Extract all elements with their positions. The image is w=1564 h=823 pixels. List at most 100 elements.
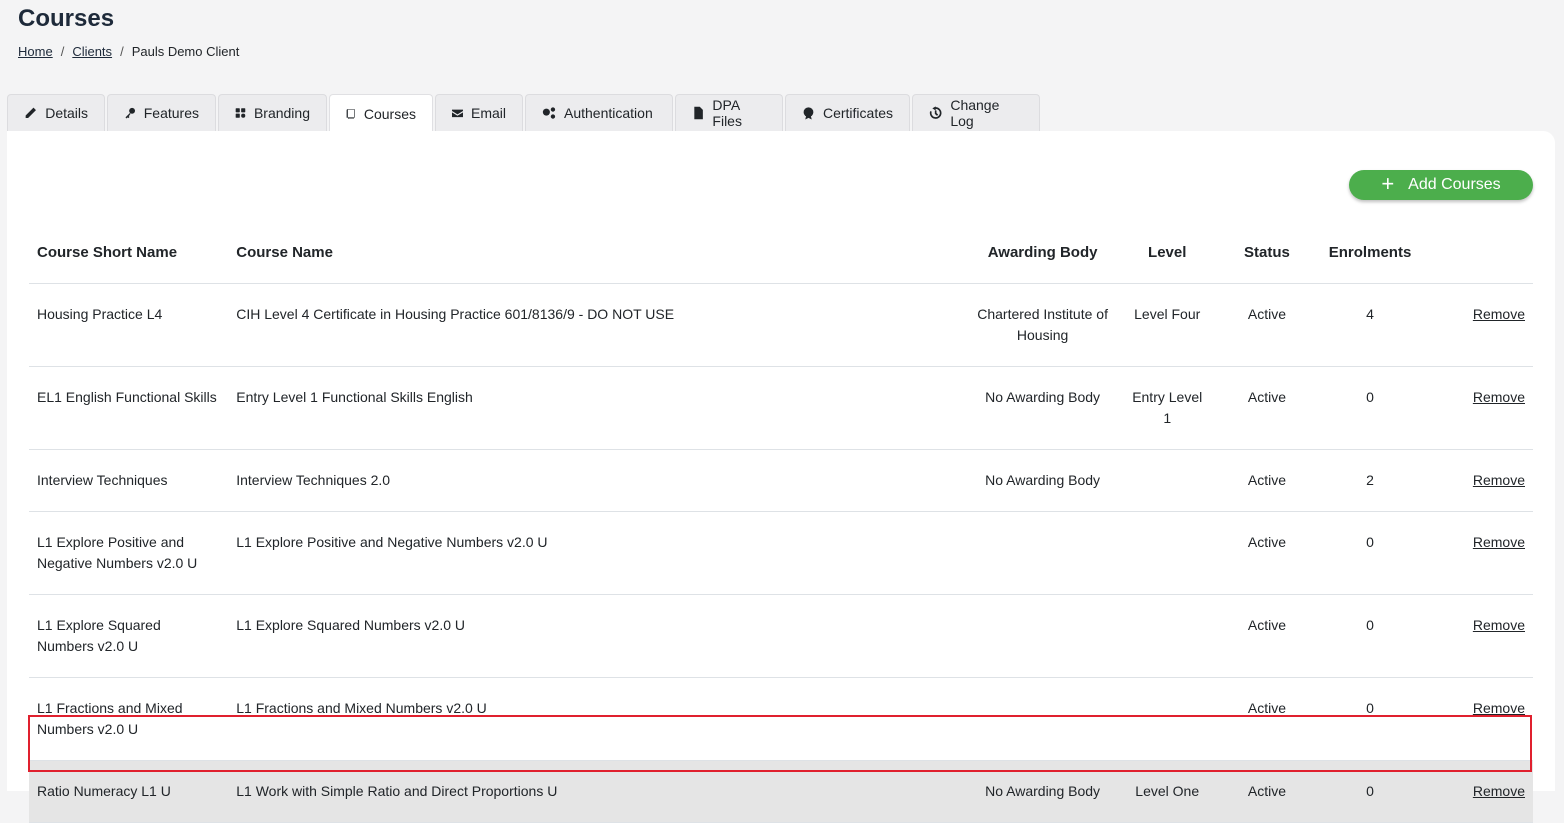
add-courses-label: Add Courses bbox=[1408, 176, 1501, 193]
remove-link[interactable]: Remove bbox=[1473, 700, 1525, 716]
courses-table: Course Short Name Course Name Awarding B… bbox=[29, 230, 1533, 823]
cogs-icon bbox=[542, 107, 556, 119]
tab-label: DPA Files bbox=[712, 97, 742, 129]
cell-status: Active bbox=[1213, 283, 1321, 367]
tab-certificates[interactable]: Certificates bbox=[785, 94, 910, 131]
table-row: EL1 English Functional Skills Entry Leve… bbox=[29, 366, 1533, 450]
column-header-awarding-body[interactable]: Awarding Body bbox=[963, 230, 1122, 284]
column-header-short-name[interactable]: Course Short Name bbox=[29, 230, 229, 284]
key-icon bbox=[125, 107, 136, 119]
cell-level: Entry Level 1 bbox=[1121, 366, 1214, 450]
tab-email[interactable]: Email bbox=[435, 94, 523, 131]
plus-icon: + bbox=[1381, 171, 1395, 196]
breadcrumb: Home / Clients / Pauls Demo Client bbox=[18, 44, 239, 59]
cell-enrolments: 0 bbox=[1320, 760, 1420, 823]
breadcrumb-separator: / bbox=[60, 44, 65, 59]
tab-label: Change Log bbox=[950, 97, 1000, 129]
cell-course-name: Entry Level 1 Functional Skills English bbox=[228, 366, 964, 450]
courses-panel: + Add Courses Course Short Name Course N… bbox=[7, 131, 1555, 823]
certificate-icon bbox=[803, 107, 814, 120]
cell-status: Active bbox=[1213, 511, 1321, 595]
cell-short-name: L1 Explore Squared Numbers v2.0 U bbox=[29, 594, 229, 678]
remove-link[interactable]: Remove bbox=[1473, 472, 1525, 488]
cell-level: Level Four bbox=[1121, 283, 1214, 367]
column-header-status[interactable]: Status bbox=[1213, 230, 1321, 284]
breadcrumb-current: Pauls Demo Client bbox=[131, 44, 240, 59]
tab-details[interactable]: Details bbox=[7, 94, 105, 131]
tab-label: Details bbox=[45, 105, 88, 121]
remove-link[interactable]: Remove bbox=[1473, 306, 1525, 322]
palette-icon bbox=[235, 108, 246, 118]
remove-link[interactable]: Remove bbox=[1473, 389, 1525, 405]
cell-short-name: Interview Techniques bbox=[29, 449, 229, 512]
tab-label: Certificates bbox=[822, 105, 893, 121]
tab-branding[interactable]: Branding bbox=[218, 94, 327, 131]
cell-awarding-body: Chartered Institute of Housing bbox=[963, 283, 1122, 367]
cell-status: Active bbox=[1213, 677, 1321, 761]
cell-course-name: L1 Work with Simple Ratio and Direct Pro… bbox=[228, 760, 964, 823]
tab-label: Authentication bbox=[564, 105, 653, 121]
tab-features[interactable]: Features bbox=[107, 94, 216, 131]
cell-short-name: Housing Practice L4 bbox=[29, 283, 229, 367]
table-row: L1 Fractions and Mixed Numbers v2.0 U L1… bbox=[29, 677, 1533, 761]
cell-course-name: L1 Fractions and Mixed Numbers v2.0 U bbox=[228, 677, 964, 761]
cell-awarding-body bbox=[963, 677, 1122, 761]
cell-enrolments: 0 bbox=[1320, 511, 1420, 595]
pencil-icon bbox=[25, 107, 36, 118]
cell-awarding-body: No Awarding Body bbox=[963, 449, 1122, 512]
cell-awarding-body bbox=[963, 594, 1122, 678]
cell-short-name: L1 Explore Positive and Negative Numbers… bbox=[29, 511, 229, 595]
remove-link[interactable]: Remove bbox=[1473, 783, 1525, 799]
cell-short-name: Ratio Numeracy L1 U bbox=[29, 760, 229, 823]
add-courses-button[interactable]: + Add Courses bbox=[1349, 170, 1533, 200]
cell-level bbox=[1121, 449, 1214, 512]
cell-enrolments: 0 bbox=[1320, 677, 1420, 761]
table-row: Housing Practice L4 CIH Level 4 Certific… bbox=[29, 283, 1533, 367]
cell-awarding-body: No Awarding Body bbox=[963, 366, 1122, 450]
file-icon bbox=[694, 106, 703, 120]
tab-label: Branding bbox=[253, 105, 310, 121]
cell-enrolments: 0 bbox=[1320, 366, 1420, 450]
table-row-highlighted: Ratio Numeracy L1 U L1 Work with Simple … bbox=[29, 760, 1533, 823]
breadcrumb-home-link[interactable]: Home bbox=[18, 44, 53, 59]
remove-link[interactable]: Remove bbox=[1473, 534, 1525, 550]
remove-link[interactable]: Remove bbox=[1473, 617, 1525, 633]
tab-bar: Details Features Branding Courses Email … bbox=[7, 94, 1042, 132]
cell-course-name: Interview Techniques 2.0 bbox=[228, 449, 964, 512]
cell-awarding-body: No Awarding Body bbox=[963, 760, 1122, 823]
cell-short-name: EL1 English Functional Skills bbox=[29, 366, 229, 450]
book-icon bbox=[346, 108, 355, 119]
breadcrumb-clients-link[interactable]: Clients bbox=[72, 44, 112, 59]
cell-enrolments: 4 bbox=[1320, 283, 1420, 367]
column-header-actions bbox=[1419, 230, 1533, 284]
cell-level bbox=[1121, 677, 1214, 761]
cell-course-name: CIH Level 4 Certificate in Housing Pract… bbox=[228, 283, 964, 367]
breadcrumb-separator: / bbox=[120, 44, 124, 59]
cell-level bbox=[1121, 511, 1214, 595]
cell-status: Active bbox=[1213, 594, 1321, 678]
cell-level bbox=[1121, 594, 1214, 678]
column-header-level[interactable]: Level bbox=[1121, 230, 1214, 284]
table-row: Interview Techniques Interview Technique… bbox=[29, 449, 1533, 512]
tab-change-log[interactable]: Change Log bbox=[912, 94, 1040, 131]
tab-label: Courses bbox=[363, 105, 416, 122]
column-header-course-name[interactable]: Course Name bbox=[228, 230, 964, 284]
cell-status: Active bbox=[1213, 449, 1321, 512]
tab-dpa-files[interactable]: DPA Files bbox=[675, 94, 783, 131]
cell-status: Active bbox=[1213, 366, 1321, 450]
tab-authentication[interactable]: Authentication bbox=[525, 94, 673, 131]
tab-label: Email bbox=[470, 105, 506, 121]
column-header-enrolments[interactable]: Enrolments bbox=[1320, 230, 1420, 284]
cell-status: Active bbox=[1213, 760, 1321, 823]
cell-course-name: L1 Explore Positive and Negative Numbers… bbox=[228, 511, 964, 595]
table-row: L1 Explore Squared Numbers v2.0 U L1 Exp… bbox=[29, 594, 1533, 678]
table-row: L1 Explore Positive and Negative Numbers… bbox=[29, 511, 1533, 595]
cell-course-name: L1 Explore Squared Numbers v2.0 U bbox=[228, 594, 964, 678]
envelope-icon bbox=[452, 109, 463, 118]
cell-short-name: L1 Fractions and Mixed Numbers v2.0 U bbox=[29, 677, 229, 761]
cell-enrolments: 0 bbox=[1320, 594, 1420, 678]
cell-enrolments: 2 bbox=[1320, 449, 1420, 512]
page-title: Courses bbox=[18, 5, 115, 32]
tab-courses[interactable]: Courses bbox=[329, 94, 433, 132]
table-header-row: Course Short Name Course Name Awarding B… bbox=[29, 230, 1533, 284]
